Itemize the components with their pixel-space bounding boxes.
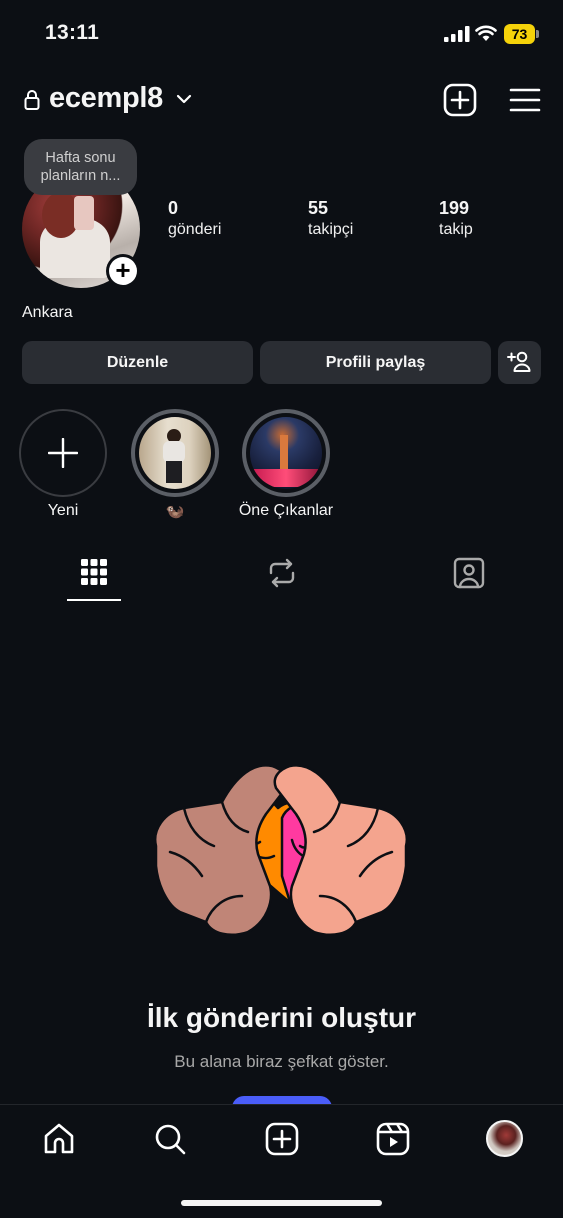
highlight-label: 🦦 — [165, 503, 185, 520]
battery-level: 73 — [504, 24, 535, 44]
stat-following-count: 199 — [439, 198, 470, 218]
profile-location: Ankara — [22, 304, 73, 321]
lock-icon — [24, 90, 40, 110]
highlight-item[interactable] — [131, 409, 219, 497]
stat-following[interactable]: 199 takip — [439, 198, 473, 239]
heart-hands-illustration — [153, 764, 409, 936]
home-icon[interactable] — [41, 1121, 77, 1157]
highlight-label: Öne Çıkanlar — [238, 502, 334, 519]
new-highlight-button[interactable] — [19, 409, 107, 497]
username-switcher[interactable]: ecempl8 — [49, 82, 163, 115]
stat-posts-label: gönderi — [168, 221, 222, 238]
menu-icon[interactable] — [508, 83, 542, 117]
stat-followers-count: 55 — [308, 198, 329, 218]
search-icon[interactable] — [152, 1121, 188, 1157]
status-time: 13:11 — [45, 21, 100, 44]
plus-square-icon[interactable] — [443, 83, 477, 117]
stat-posts[interactable]: 0 gönderi — [168, 198, 221, 239]
chevron-down-icon[interactable] — [176, 93, 192, 105]
stat-posts-count: 0 — [168, 198, 179, 218]
highlight-cover — [250, 417, 322, 489]
plus-icon: + — [109, 257, 137, 285]
highlight-label: Yeni — [47, 502, 79, 519]
stat-following-label: takip — [439, 221, 473, 238]
active-tab-indicator — [67, 599, 121, 601]
stat-followers-label: takipçi — [308, 221, 354, 238]
status-bar: 13:11 73 — [0, 0, 563, 66]
tagged-icon[interactable] — [449, 553, 489, 593]
battery-icon: 73 — [504, 24, 540, 44]
note-bubble[interactable]: Hafta sonu planların n... — [24, 139, 137, 195]
add-story-button[interactable]: + — [106, 254, 140, 288]
home-indicator — [181, 1200, 382, 1206]
share-profile-button[interactable]: Profili paylaş — [260, 341, 491, 384]
stat-followers[interactable]: 55 takipçi — [308, 198, 353, 239]
empty-state-title: İlk gönderini oluştur — [146, 1002, 417, 1033]
add-person-icon — [507, 351, 531, 372]
create-icon[interactable] — [264, 1121, 300, 1157]
highlight-cover — [139, 417, 211, 489]
reels-icon[interactable] — [375, 1121, 411, 1157]
wifi-icon — [475, 25, 497, 41]
empty-state-subtitle: Bu alana biraz şefkat göster. — [174, 1052, 389, 1071]
highlight-item[interactable] — [242, 409, 330, 497]
profile-avatar-tab[interactable] — [486, 1120, 523, 1157]
plus-icon — [48, 438, 78, 468]
repost-icon[interactable] — [262, 553, 302, 593]
discover-people-button[interactable] — [498, 341, 541, 384]
edit-profile-button[interactable]: Düzenle — [22, 341, 253, 384]
signal-icon — [444, 26, 470, 42]
grid-icon[interactable] — [74, 553, 114, 593]
